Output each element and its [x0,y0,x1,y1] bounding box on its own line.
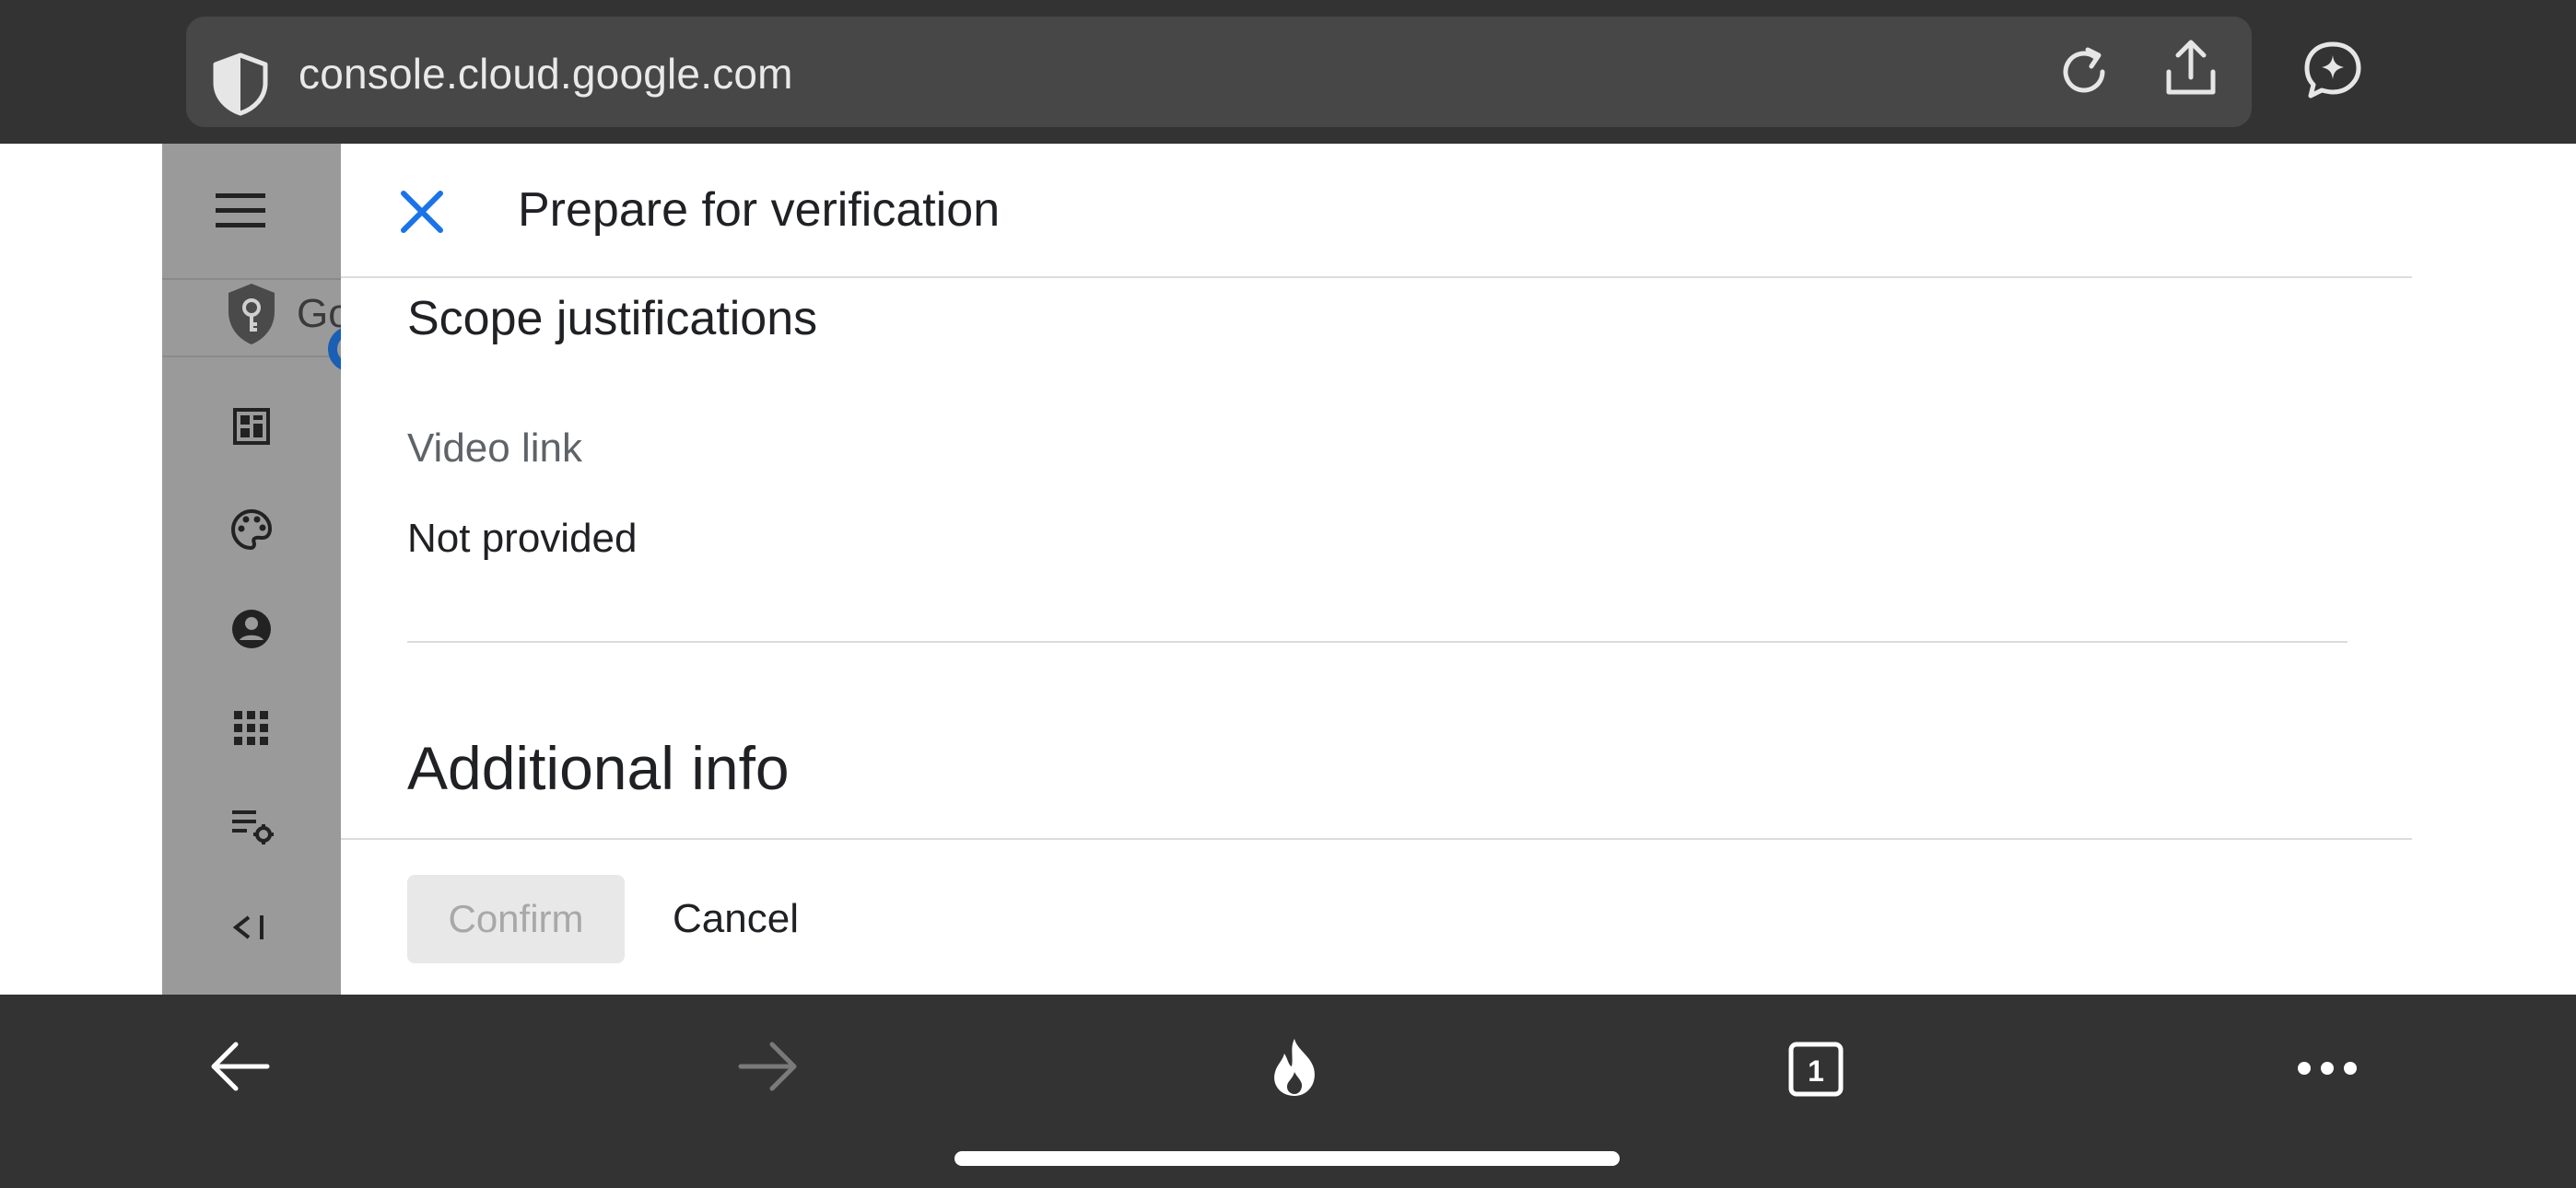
key-shield-icon [228,284,275,344]
back-arrow-icon[interactable] [208,1037,273,1096]
reload-icon[interactable] [2055,42,2113,101]
dialog-title: Prepare for verification [518,183,1001,237]
forward-arrow-icon[interactable] [735,1037,800,1096]
video-link-label: Video link [407,425,582,471]
section-heading: Scope justifications [407,292,818,345]
assistant-sparkle-icon[interactable] [2301,39,2364,101]
section-divider [407,641,2348,643]
cancel-button[interactable]: Cancel [650,875,821,963]
browser-bottom-bar: 1 [0,995,2576,1188]
list-settings-icon[interactable] [230,807,275,845]
palette-icon[interactable] [230,508,273,551]
home-indicator [954,1151,1620,1166]
video-link-value: Not provided [407,516,638,561]
url-text[interactable]: console.cloud.google.com [299,17,793,127]
verification-dialog: Prepare for verification Scope justifica… [341,144,2412,995]
shield-icon[interactable] [208,52,273,116]
dashboard-icon[interactable] [232,407,271,446]
account-circle-icon[interactable] [230,608,273,650]
tabs-icon[interactable]: 1 [1787,1041,1844,1098]
dialog-header: Prepare for verification [341,144,2412,278]
browser-top-bar: console.cloud.google.com [0,0,2576,144]
share-icon[interactable] [2161,37,2220,101]
confirm-button[interactable]: Confirm [407,875,625,963]
address-bar[interactable]: console.cloud.google.com [186,17,2252,127]
collapse-rail-icon[interactable] [232,914,269,941]
fire-icon[interactable] [1268,1037,1321,1100]
apps-grid-icon[interactable] [234,711,269,746]
menu-icon[interactable] [214,190,267,230]
tab-count: 1 [1808,1054,1824,1088]
more-icon[interactable] [2296,1059,2359,1077]
dialog-footer: Confirm Cancel [341,838,2412,995]
additional-info-heading: Additional info [407,734,790,802]
close-icon[interactable] [392,182,451,241]
